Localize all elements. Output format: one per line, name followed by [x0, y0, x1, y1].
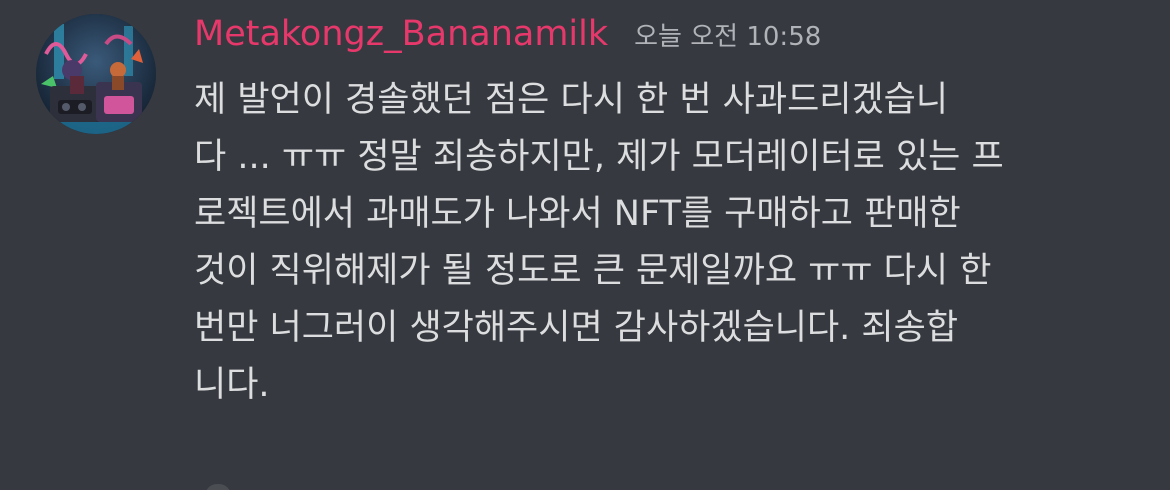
avatar[interactable]	[36, 14, 156, 134]
message-timestamp[interactable]: 오늘 오전 10:58	[634, 16, 821, 53]
message-line: 제 발언이 경솔했던 점은 다시 한 번 사과드리겠습니	[194, 80, 949, 120]
message-line: 번만 너그러이 생각해주시면 감사하겠습니다. 죄송합	[194, 308, 959, 348]
message-text: 제 발언이 경솔했던 점은 다시 한 번 사과드리겠습니 다 ... ㅠㅠ 정말…	[194, 72, 1134, 414]
message-line: 로젝트에서 과매도가 나와서 NFT를 구매하고 판매한	[194, 194, 961, 234]
message-line: 것이 직위해제가 될 정도로 큰 문제일까요 ㅠㅠ 다시 한	[194, 251, 992, 291]
message-content: Metakongz_Bananamilk 오늘 오전 10:58 제 발언이 경…	[194, 14, 1134, 414]
author-username[interactable]: Metakongz_Bananamilk	[194, 14, 608, 54]
chat-message: Metakongz_Bananamilk 오늘 오전 10:58 제 발언이 경…	[0, 0, 1170, 490]
next-message-avatar	[205, 484, 231, 490]
message-line: 다 ... ㅠㅠ 정말 죄송하지만, 제가 모더레이터로 있는 프	[194, 137, 1004, 177]
avatar-image	[36, 14, 156, 134]
message-line: 니다.	[194, 365, 270, 405]
message-header: Metakongz_Bananamilk 오늘 오전 10:58	[194, 14, 1134, 70]
